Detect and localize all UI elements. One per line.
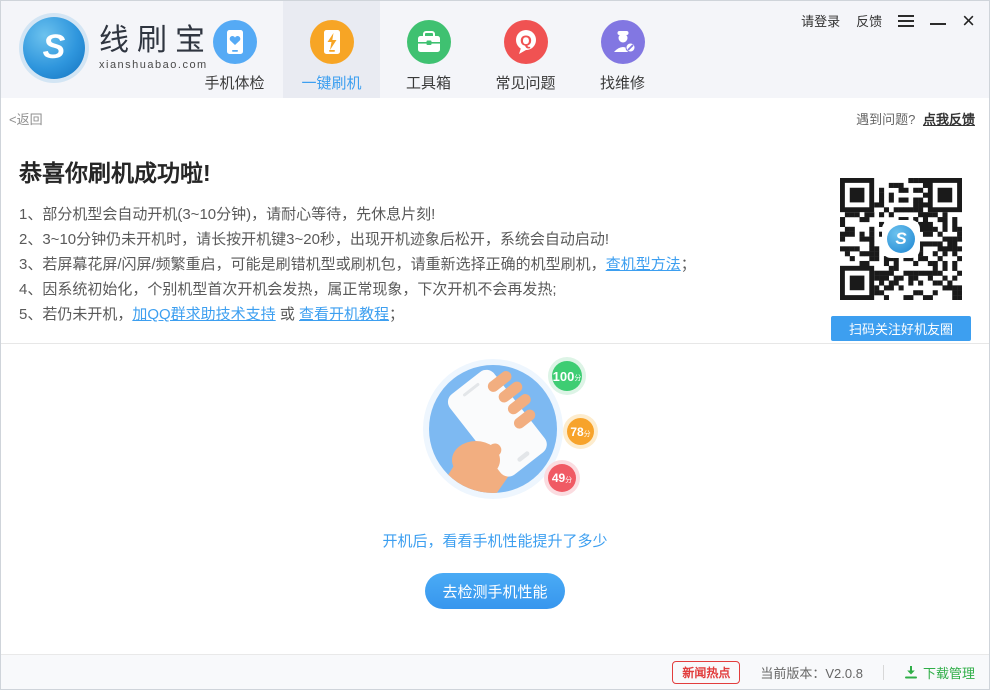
nav-item-label: 常见问题 [495, 72, 555, 93]
brand-logo-letter: S [43, 28, 66, 67]
check-model-link[interactable]: 查机型方法 [606, 256, 681, 273]
window-controls: 请登录 反馈 × [801, 11, 975, 30]
qr-code: S [840, 178, 962, 300]
nav-item-toolbox[interactable]: 工具箱 [380, 1, 477, 98]
brand-logo-icon: S [23, 17, 85, 79]
feedback-link[interactable]: 反馈 [856, 11, 882, 30]
download-icon [904, 665, 918, 679]
sub-toolbar: <返回 遇到问题? 点我反馈 [1, 98, 989, 138]
login-link[interactable]: 请登录 [801, 11, 840, 30]
qr-center-logo: S [884, 222, 918, 256]
download-manager-label: 下载管理 [923, 663, 975, 682]
performance-hint: 开机后，看看手机性能提升了多少 [382, 530, 607, 551]
qr-follow-button[interactable]: 扫码关注好机友圈 [831, 316, 971, 341]
toolbox-icon [407, 20, 451, 64]
nav-item-repair[interactable]: 找维修 [574, 1, 671, 98]
svg-text:Q: Q [520, 33, 532, 50]
menu-icon[interactable] [898, 13, 914, 29]
tip-line-5: 5、若仍未开机，加QQ群求助技术支持 或 查看开机教程； [19, 302, 809, 327]
footer-divider [883, 665, 884, 680]
phone-hand-illustration: 100分 78分 49分 [420, 356, 570, 506]
phone-health-icon [213, 20, 257, 64]
main-content: 恭喜你刷机成功啦! 1、部分机型会自动开机(3~10分钟)，请耐心等待，先休息片… [1, 138, 989, 654]
app-window: S 线刷宝 xianshuabao.com 手机体检 [0, 0, 990, 690]
score-badge-49: 49分 [548, 464, 576, 492]
score-badge-100: 100分 [552, 361, 582, 391]
boot-tutorial-link[interactable]: 查看开机教程 [299, 306, 389, 323]
tip-line-1: 1、部分机型会自动开机(3~10分钟)，请耐心等待，先休息片刻! [19, 202, 809, 227]
nav-item-label: 一键刷机 [301, 72, 361, 93]
tip-line-4: 4、因系统初始化，个别机型首次开机会发热，属正常现象，下次开机不会再发热; [19, 277, 809, 302]
nav-item-label: 工具箱 [406, 72, 451, 93]
repairman-icon [601, 20, 645, 64]
feedback-cta-link[interactable]: 点我反馈 [923, 112, 975, 127]
nav-item-phone-health[interactable]: 手机体检 [186, 1, 283, 98]
minimize-button[interactable] [930, 23, 946, 25]
app-header: S 线刷宝 xianshuabao.com 手机体检 [1, 1, 989, 98]
nav-item-label: 找维修 [600, 72, 645, 93]
tip-line-2: 2、3~10分钟仍未开机时，请长按开机键3~20秒，出现开机迹象后松开，系统会自… [19, 227, 809, 252]
close-button[interactable]: × [962, 12, 975, 30]
question-bubble-icon: Q [504, 20, 548, 64]
page-title: 恭喜你刷机成功啦! [19, 154, 809, 188]
nav-item-faq[interactable]: Q 常见问题 [477, 1, 574, 98]
download-manager-button[interactable]: 下载管理 [904, 663, 975, 682]
nav-item-label: 手机体检 [204, 72, 264, 93]
score-badge-78: 78分 [567, 418, 594, 445]
tip-line-3: 3、若屏幕花屏/闪屏/频繁重启，可能是刷错机型或刷机包，请重新选择正确的机型刷机… [19, 252, 809, 277]
test-performance-button[interactable]: 去检测手机性能 [425, 573, 565, 609]
version-label: 当前版本：V2.0.8 [760, 663, 863, 682]
news-hotspot-badge[interactable]: 新闻热点 [672, 661, 740, 684]
qq-group-link[interactable]: 加QQ群求助技术支持 [132, 306, 275, 323]
problem-hint: 遇到问题? [856, 112, 915, 127]
back-button[interactable]: <返回 [9, 109, 43, 128]
phone-flash-icon [310, 20, 354, 64]
app-footer: 新闻热点 当前版本：V2.0.8 下载管理 [1, 654, 989, 689]
hand-holding-phone-icon [420, 356, 570, 506]
main-nav: 手机体检 一键刷机 工具箱 [186, 1, 671, 98]
nav-item-one-key-flash[interactable]: 一键刷机 [283, 1, 380, 98]
brand-logo: S 线刷宝 xianshuabao.com [23, 17, 213, 79]
